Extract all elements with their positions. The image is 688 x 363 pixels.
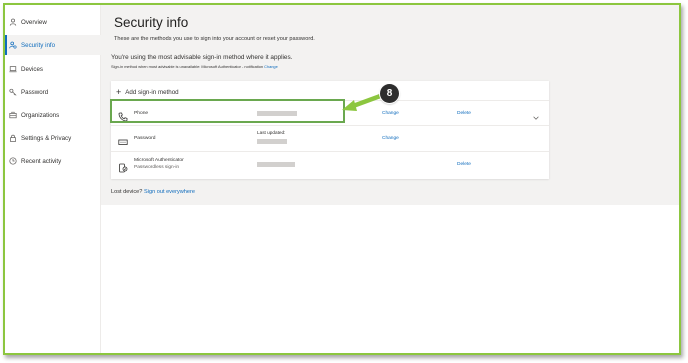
authenticator-icon	[118, 160, 128, 173]
sidebar-item-overview[interactable]: Overview	[5, 12, 101, 32]
change-password-link[interactable]: Change	[382, 136, 399, 141]
last-updated-label: Last updated:	[257, 130, 286, 135]
sidebar-item-recent-activity[interactable]: Recent activity	[5, 151, 101, 171]
advisable-method-text: You're using the most advisable sign-in …	[111, 54, 293, 61]
sidebar-item-label: Security info	[21, 41, 56, 49]
main-content: Security info These are the methods you …	[101, 5, 679, 205]
lost-device-text: Lost device?	[111, 189, 143, 195]
sidebar-item-label: Settings & Privacy	[21, 134, 72, 142]
clock-icon	[9, 157, 17, 165]
default-method-note: Sign-in method when most advisable is un…	[111, 64, 278, 69]
redacted-last-updated	[257, 139, 287, 144]
page-subtitle: These are the methods you use to sign in…	[114, 36, 315, 42]
methods-card: + Add sign-in method Phone Change Delete	[111, 81, 549, 179]
method-row-authenticator: Microsoft Authenticator Passwordless sig…	[111, 151, 549, 182]
lost-device-row: Lost device? Sign out everywhere	[111, 189, 195, 195]
security-info-icon	[9, 41, 17, 49]
person-icon	[9, 18, 17, 26]
delete-authenticator-link[interactable]: Delete	[457, 162, 471, 167]
delete-phone-link[interactable]: Delete	[457, 111, 471, 116]
method-name: Password	[134, 136, 156, 141]
change-default-method-link[interactable]: Change	[264, 64, 278, 69]
sign-out-everywhere-link[interactable]: Sign out everywhere	[144, 189, 195, 195]
sidebar-item-label: Password	[21, 88, 49, 96]
step-callout-badge: 8	[380, 84, 399, 103]
method-name: Microsoft Authenticator	[134, 158, 184, 163]
page-title: Security info	[114, 15, 189, 30]
plus-icon: +	[116, 86, 122, 97]
method-subtitle: Passwordless sign-in	[134, 165, 180, 170]
sidebar-item-label: Organizations	[21, 111, 60, 119]
sidebar-item-label: Recent activity	[21, 157, 62, 165]
lock-icon	[9, 134, 17, 142]
briefcase-icon	[9, 111, 17, 119]
redacted-device-name	[257, 162, 295, 167]
chevron-down-icon[interactable]	[532, 109, 540, 120]
sidebar: Overview Security info Devices Password …	[5, 5, 101, 353]
sidebar-item-security-info[interactable]: Security info	[5, 35, 101, 55]
screenshot-frame: Overview Security info Devices Password …	[3, 3, 681, 355]
sidebar-item-label: Devices	[21, 65, 44, 73]
sidebar-item-label: Overview	[21, 18, 47, 26]
default-method-text: Sign-in method when most advisable is un…	[111, 64, 264, 69]
laptop-icon	[9, 65, 17, 73]
password-icon	[118, 134, 128, 145]
sidebar-item-password[interactable]: Password	[5, 82, 101, 102]
sidebar-item-settings-privacy[interactable]: Settings & Privacy	[5, 128, 101, 148]
highlight-box	[110, 99, 345, 123]
sidebar-item-organizations[interactable]: Organizations	[5, 105, 101, 125]
add-sign-in-method-label: Add sign-in method	[125, 88, 179, 96]
sidebar-item-devices[interactable]: Devices	[5, 59, 101, 79]
key-icon	[9, 88, 17, 96]
add-sign-in-method-button[interactable]: + Add sign-in method	[116, 87, 179, 97]
